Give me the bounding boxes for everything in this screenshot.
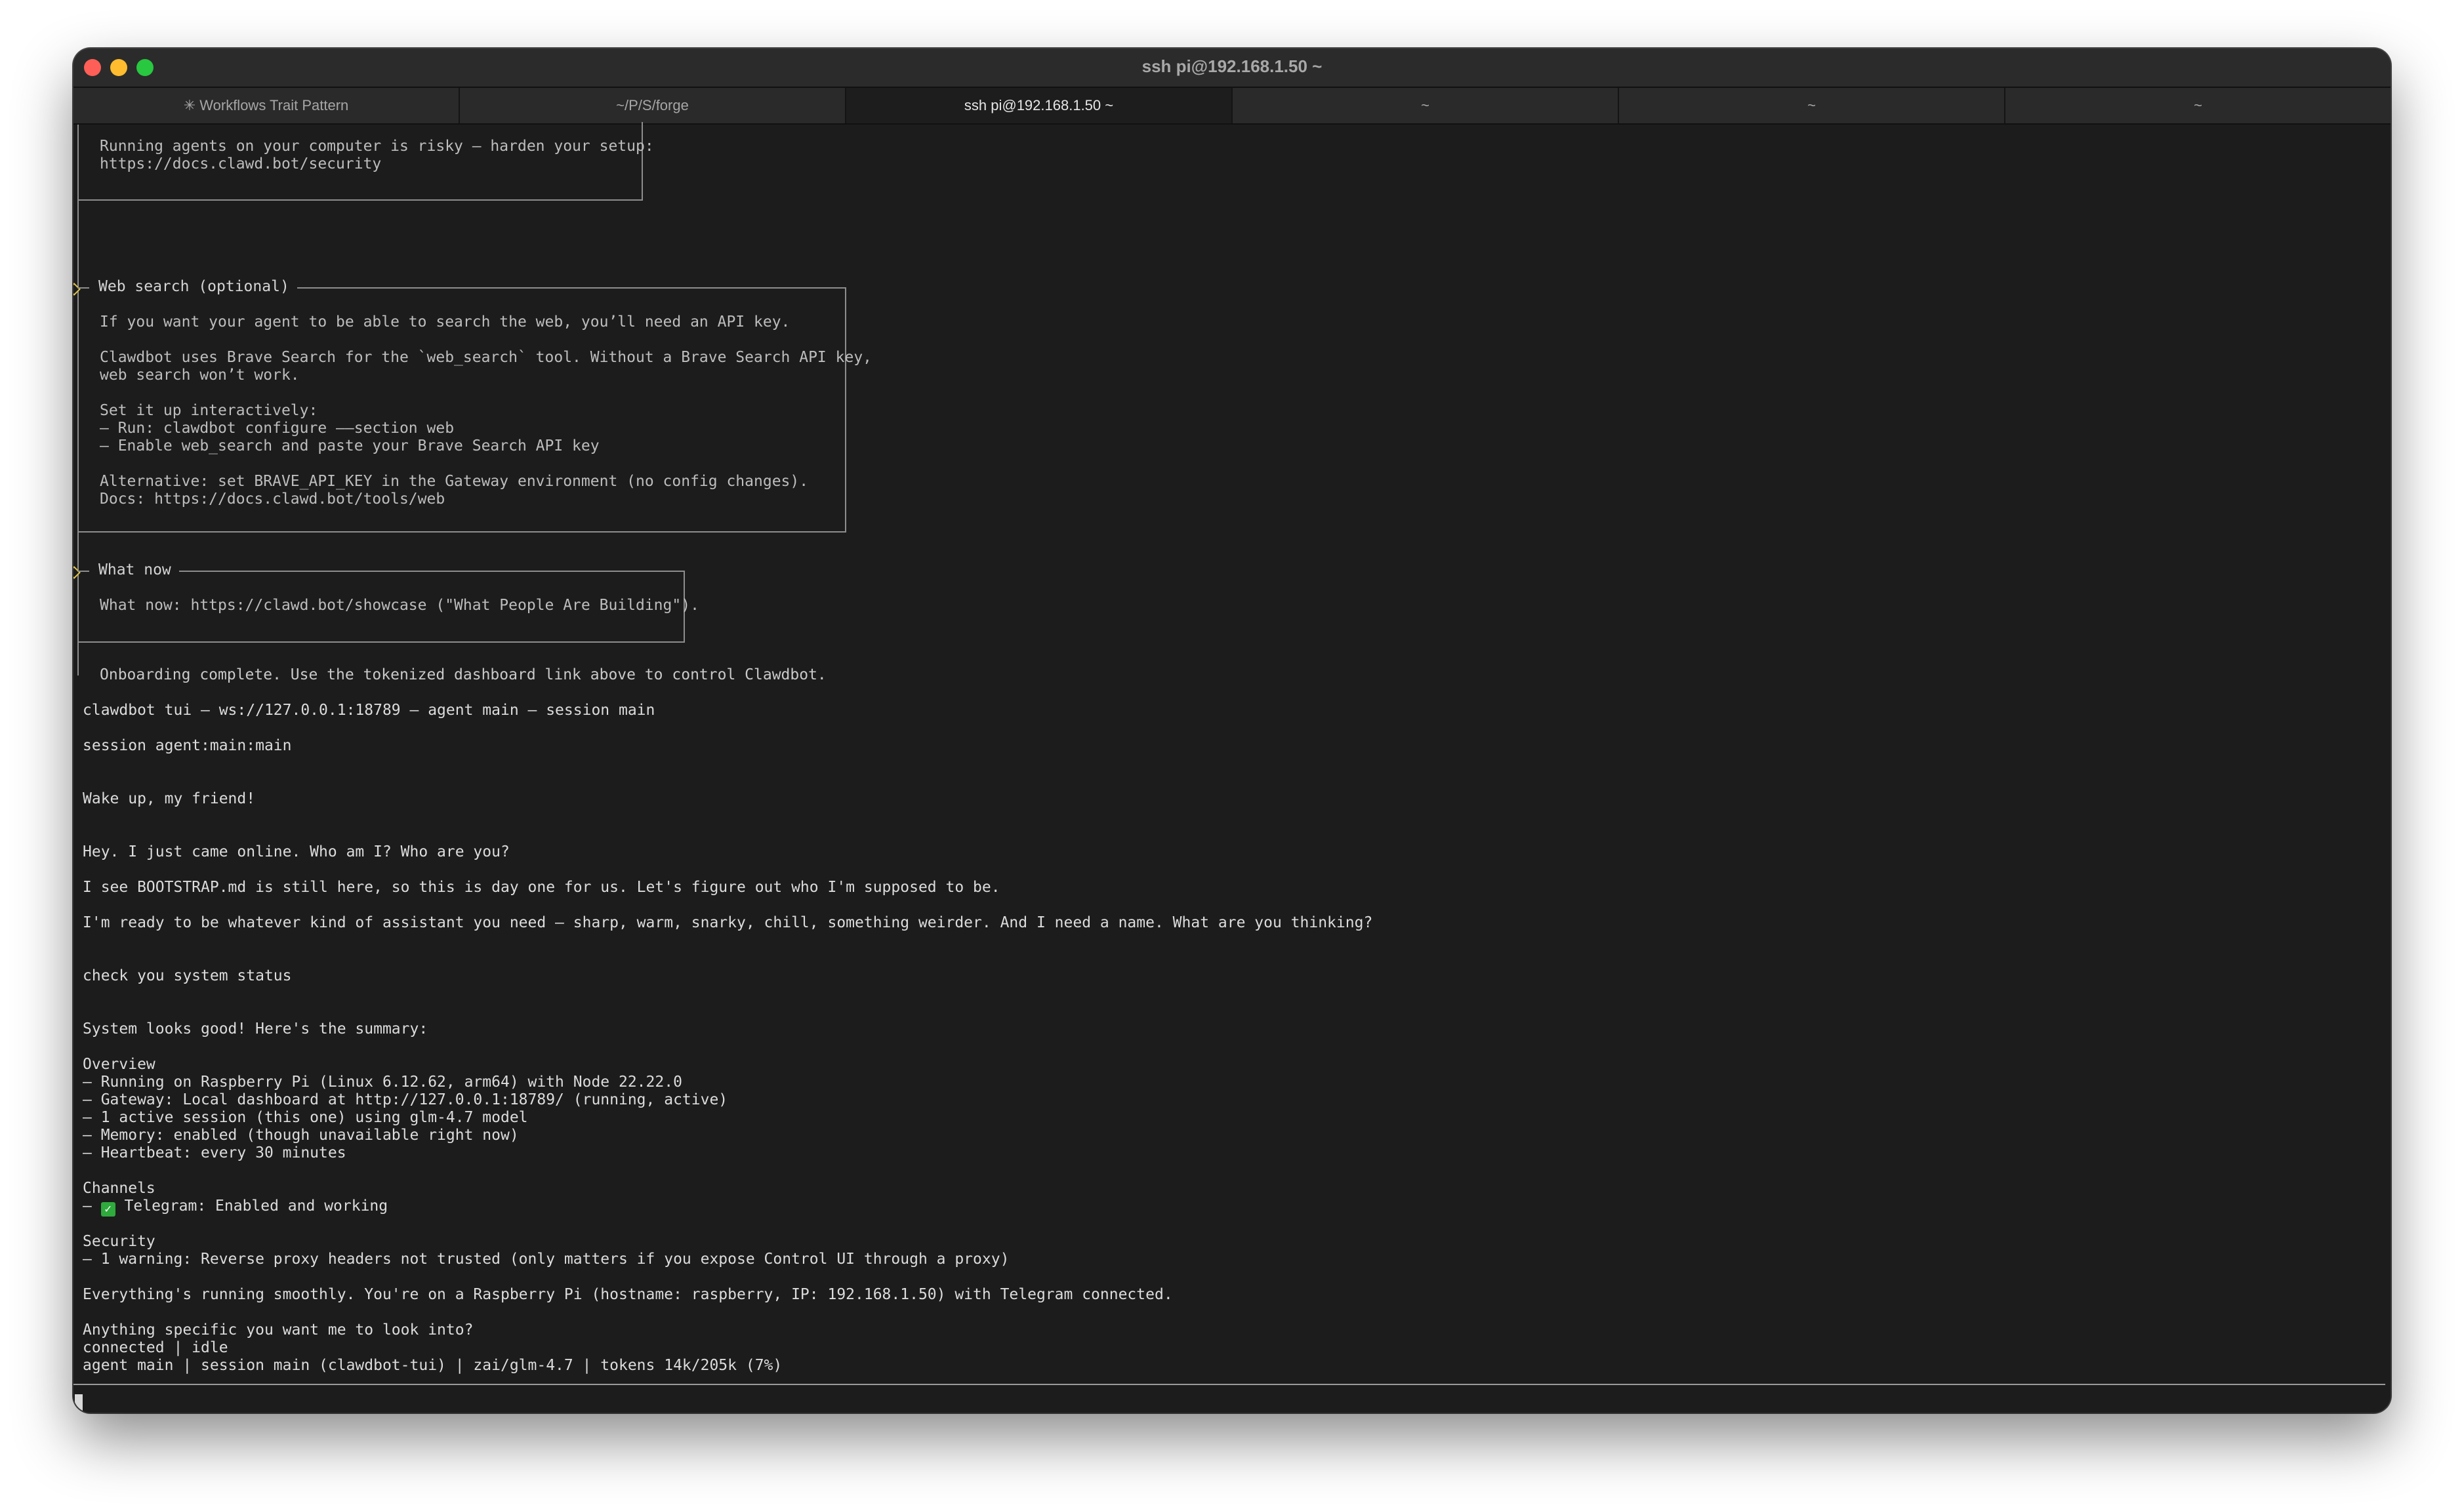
security-notice-link: https://docs.clawd.bot/security [100, 155, 382, 172]
check-mark-icon: ✓ [100, 1202, 115, 1217]
terminal-output[interactable]: Running agents on your computer is risky… [73, 122, 2391, 1413]
what-now-line: What now: https://clawd.bot/showcase ("W… [100, 597, 699, 614]
what-now-title: What now [89, 561, 179, 579]
everything-line: Everything's running smoothly. You're on… [83, 1286, 1173, 1303]
tab-forge[interactable]: ~/P/S/forge [460, 88, 846, 123]
assistant-message-line: Hey. I just came online. Who am I? Who a… [83, 843, 510, 860]
connection-status: connected | idle [83, 1339, 228, 1356]
web-search-box: Web search (optional) If you want your a… [77, 278, 872, 533]
channels-item: – ✓ Telegram: Enabled and working [83, 1198, 388, 1217]
tab-home-3[interactable]: ~ [2005, 88, 2391, 123]
user-message: check you system status [83, 967, 292, 984]
tab-home-2[interactable]: ~ [1619, 88, 2005, 123]
security-item: – 1 warning: Reverse proxy headers not t… [83, 1251, 1010, 1268]
overview-item: – Memory: enabled (though unavailable ri… [83, 1127, 519, 1144]
web-search-line: Alternative: set BRAVE_API_KEY in the Ga… [100, 473, 809, 490]
question-line: Anything specific you want me to look in… [83, 1321, 474, 1339]
security-notice-line-1: Running agents on your computer is risky… [100, 138, 654, 155]
tab-ssh-pi[interactable]: ssh pi@192.168.1.50 ~ [846, 88, 1233, 123]
window-title: ssh pi@192.168.1.50 ~ [1141, 56, 1323, 76]
security-heading: Security [83, 1233, 155, 1250]
overview-heading: Overview [83, 1056, 155, 1073]
web-search-title: Web search (optional) [89, 278, 297, 296]
input-divider-top [73, 1384, 2385, 1385]
what-now-box: What now What now: https://clawd.bot/sho… [77, 561, 699, 643]
channels-heading: Channels [83, 1180, 155, 1197]
overview-item: – Gateway: Local dashboard at http://127… [83, 1091, 728, 1108]
status-footer: agent main | session main (clawdbot-tui)… [83, 1357, 783, 1374]
assistant-message-line: I see BOOTSTRAP.md is still here, so thi… [83, 879, 1000, 896]
web-search-line: – Enable web_search and paste your Brave… [100, 437, 600, 454]
web-search-line: If you want your agent to be able to sea… [100, 313, 791, 331]
terminal-window: ssh pi@192.168.1.50 ~ ✳ Workflows Trait … [73, 49, 2391, 1413]
tab-bar: ✳ Workflows Trait Pattern ~/P/S/forge ss… [73, 88, 2391, 125]
web-search-line: Clawdbot uses Brave Search for the `web_… [100, 349, 873, 366]
channels-prefix: – [83, 1198, 101, 1215]
onboarding-complete-text: Onboarding complete. Use the tokenized d… [100, 666, 827, 683]
web-search-docs-link: Docs: https://docs.clawd.bot/tools/web [100, 491, 445, 508]
tab-workflows-trait-pattern[interactable]: ✳ Workflows Trait Pattern [73, 88, 460, 123]
overview-item: – Running on Raspberry Pi (Linux 6.12.62… [83, 1074, 682, 1091]
security-notice-box: Running agents on your computer is risky… [77, 122, 654, 201]
web-search-line: Set it up interactively: [100, 402, 318, 419]
tui-header: clawdbot tui – ws://127.0.0.1:18789 – ag… [83, 702, 655, 719]
summary-intro: System looks good! Here's the summary: [83, 1020, 428, 1038]
user-message: Wake up, my friend! [83, 790, 256, 807]
title-bar: ssh pi@192.168.1.50 ~ [73, 49, 2391, 88]
web-search-line: web search won’t work. [100, 367, 300, 384]
assistant-message-line: I'm ready to be whatever kind of assista… [83, 914, 1373, 931]
overview-item: – Heartbeat: every 30 minutes [83, 1144, 346, 1161]
tab-home-1[interactable]: ~ [1233, 88, 1619, 123]
channels-item-text: Telegram: Enabled and working [115, 1198, 388, 1215]
web-search-line: – Run: clawdbot configure ——section web [100, 420, 455, 437]
input-cursor[interactable] [75, 1394, 83, 1411]
overview-item: – 1 active session (this one) using glm-… [83, 1109, 528, 1126]
session-label: session agent:main:main [83, 737, 292, 754]
